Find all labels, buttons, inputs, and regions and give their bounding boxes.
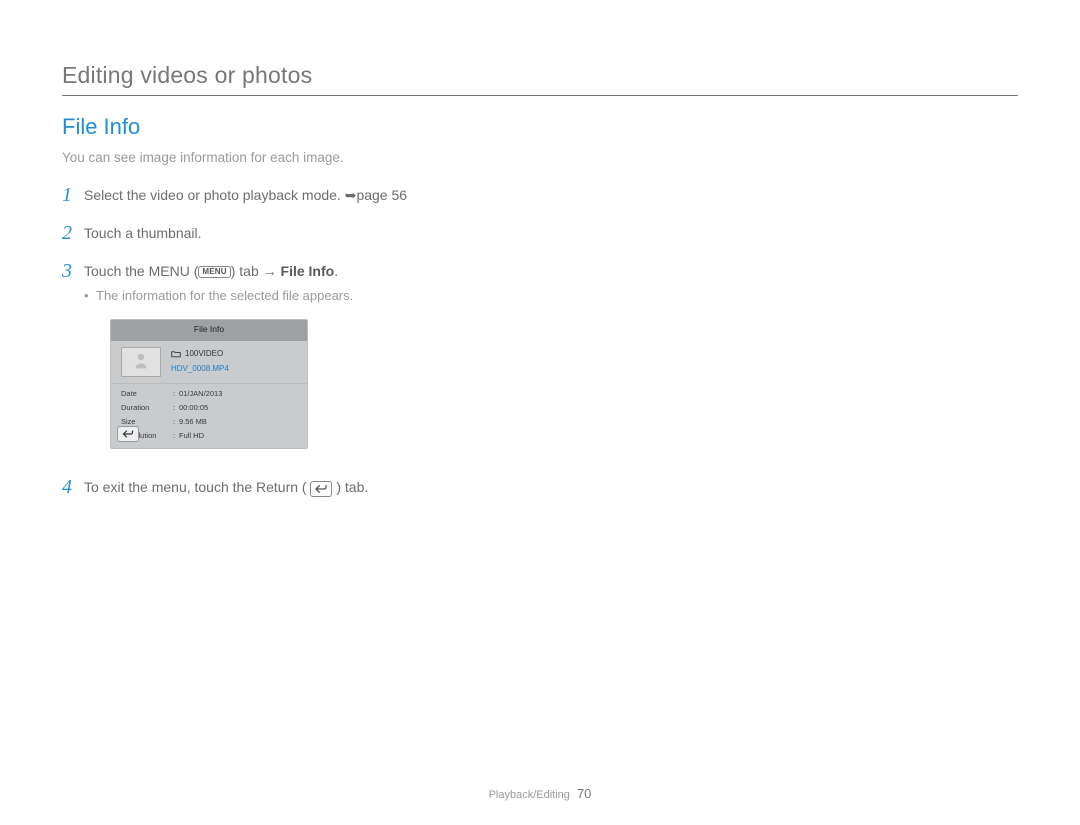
- step-body: Touch the MENU (MENU) tab → File Info. T…: [84, 257, 353, 463]
- footer-page-number: 70: [577, 786, 591, 801]
- fileinfo-thumbnail: [121, 347, 161, 377]
- fileinfo-metadata-table: Date:01/JAN/2013 Duration:00:00:05 Size:…: [111, 384, 307, 448]
- step-4: 4 To exit the menu, touch the Return ( )…: [62, 473, 1018, 501]
- step-number: 3: [62, 257, 84, 285]
- folder-icon: [171, 350, 181, 358]
- footer-section: Playback/Editing: [489, 789, 570, 801]
- step-text: page 56: [356, 187, 407, 203]
- step-number: 1: [62, 181, 84, 209]
- step-text: To exit the menu, touch the Return (: [84, 479, 307, 495]
- page-ref-arrow-icon: ➥: [345, 187, 357, 203]
- step-body: Touch a thumbnail.: [84, 219, 202, 244]
- step-3: 3 Touch the MENU (MENU) tab → File Info.…: [62, 257, 1018, 463]
- fileinfo-top-row: 100VIDEO HDV_0008.MP4: [111, 341, 307, 384]
- intro-text: You can see image information for each i…: [62, 150, 1018, 165]
- fileinfo-folder-name: 100VIDEO: [185, 348, 223, 361]
- fileinfo-filename: HDV_0008.MP4: [171, 363, 229, 376]
- fileinfo-folder-row: 100VIDEO: [171, 348, 229, 361]
- step-number: 2: [62, 219, 84, 247]
- title-divider: [62, 95, 1018, 96]
- step-text: Touch the MENU (: [84, 263, 198, 279]
- meta-label: Duration: [121, 402, 173, 414]
- return-arrow-icon: [314, 484, 328, 494]
- return-button[interactable]: [117, 426, 139, 442]
- step-text-bold: File Info: [281, 263, 335, 279]
- step-text: .: [334, 263, 338, 279]
- menu-button-icon: MENU: [198, 266, 230, 278]
- step-1: 1 Select the video or photo playback mod…: [62, 181, 1018, 209]
- fileinfo-filename-block: 100VIDEO HDV_0008.MP4: [171, 347, 229, 377]
- step-2: 2 Touch a thumbnail.: [62, 219, 1018, 247]
- page-title: Editing videos or photos: [62, 62, 1018, 95]
- meta-value: 9.56 MB: [179, 416, 297, 428]
- step-text: Select the video or photo playback mode.: [84, 187, 345, 203]
- step-text: ) tab: [231, 263, 263, 279]
- thumbnail-placeholder-icon: [130, 351, 152, 373]
- fileinfo-screenshot: File Info 100VIDEO HDV_0008.MP4: [110, 319, 308, 449]
- fileinfo-header: File Info: [111, 320, 307, 341]
- step-text: Touch a thumbnail.: [84, 225, 202, 241]
- page-footer: Playback/Editing 70: [0, 786, 1080, 801]
- step-sub-bullet: The information for the selected file ap…: [84, 286, 353, 307]
- meta-value: 01/JAN/2013: [179, 388, 297, 400]
- step-list: 1 Select the video or photo playback mod…: [62, 181, 1018, 501]
- step-body: To exit the menu, touch the Return ( ) t…: [84, 473, 368, 498]
- arrow-right-icon: →: [263, 263, 277, 279]
- return-button-inline: [310, 481, 332, 497]
- meta-value: 00:00:05: [179, 402, 297, 414]
- return-arrow-icon: [122, 429, 134, 439]
- meta-value: Full HD: [179, 430, 297, 442]
- section-title: File Info: [62, 114, 1018, 140]
- meta-label: Date: [121, 388, 173, 400]
- step-body: Select the video or photo playback mode.…: [84, 181, 407, 206]
- step-number: 4: [62, 473, 84, 501]
- step-text: ) tab.: [336, 479, 368, 495]
